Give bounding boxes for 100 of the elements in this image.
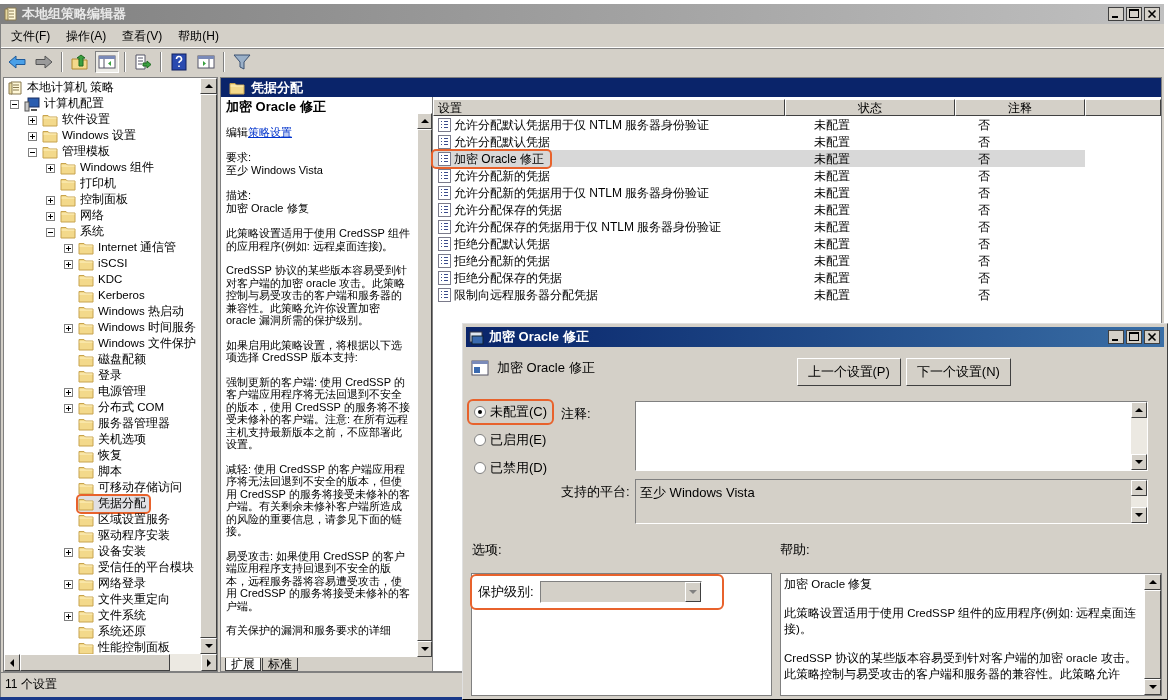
tree-item[interactable]: 脚本 <box>78 464 125 480</box>
table-row[interactable]: 允许分配保存的凭据 未配置 否 <box>433 201 1085 218</box>
expand-toggle[interactable] <box>64 611 73 621</box>
expand-toggle[interactable] <box>46 163 55 173</box>
tree-item[interactable]: 驱动程序安装 <box>78 528 173 544</box>
tree-item[interactable]: Windows 时间服务 <box>78 320 199 336</box>
policy-settings-link[interactable]: 策略设置 <box>248 125 292 138</box>
tree-item[interactable]: 性能控制面板 <box>78 640 173 654</box>
expand-toggle[interactable] <box>64 547 73 557</box>
menu-item[interactable]: 查看(V) <box>122 26 163 45</box>
minimize-button[interactable] <box>1108 7 1124 21</box>
expand-toggle[interactable] <box>64 323 73 333</box>
scrollbar[interactable] <box>417 113 432 657</box>
view-tab[interactable]: 标准 <box>262 658 298 671</box>
tree-item[interactable]: 磁盘配额 <box>78 352 149 368</box>
scrollbar[interactable] <box>1131 480 1147 523</box>
tree-item[interactable]: 计算机配置 <box>24 96 107 112</box>
expand-toggle[interactable] <box>64 579 73 589</box>
column-header[interactable]: 注释 <box>955 99 1085 116</box>
radio-option[interactable]: 已启用(E) <box>469 429 552 451</box>
nav-button[interactable]: 上一个设置(P) <box>796 358 901 386</box>
column-header[interactable]: 设置 <box>433 99 785 116</box>
table-row[interactable]: 允许分配新的凭据 未配置 否 <box>433 167 1085 184</box>
tree-item[interactable]: 打印机 <box>60 176 119 192</box>
tree-item[interactable]: 凭据分配 <box>78 496 149 512</box>
minimize-button[interactable] <box>1108 330 1124 344</box>
expand-toggle[interactable] <box>46 211 55 221</box>
nav-button[interactable]: 下一个设置(N) <box>905 358 1011 386</box>
folder-icon <box>78 609 94 623</box>
close-button[interactable] <box>1144 330 1160 344</box>
tree-item[interactable]: 软件设置 <box>42 112 113 128</box>
close-button[interactable] <box>1144 7 1160 21</box>
scrollbar[interactable] <box>1131 402 1147 470</box>
maximize-button[interactable] <box>1126 7 1142 21</box>
tree-item[interactable]: 系统 <box>60 224 107 240</box>
table-row[interactable]: 拒绝分配保存的凭据 未配置 否 <box>433 269 1085 286</box>
toolbar-button[interactable] <box>95 50 119 73</box>
menu-item[interactable]: 文件(F) <box>11 26 51 45</box>
horizontal-scrollbar[interactable] <box>4 654 217 671</box>
state-cell-text: 未配置 <box>813 286 851 304</box>
tree-item[interactable]: 电源管理 <box>78 384 149 400</box>
radio-option[interactable]: 未配置(C) <box>469 401 553 423</box>
tree-item[interactable]: 文件夹重定向 <box>78 592 173 608</box>
expand-toggle[interactable] <box>64 259 73 269</box>
maximize-button[interactable] <box>1126 330 1142 344</box>
tree-item[interactable]: 区域设置服务 <box>78 512 173 528</box>
tree-item[interactable]: 设备安装 <box>78 544 149 560</box>
tree-item[interactable]: 控制面板 <box>60 192 131 208</box>
policy-name: 加密 Oracle 修正 <box>497 359 595 377</box>
table-row[interactable]: 加密 Oracle 修正 未配置 否 <box>433 150 1085 167</box>
column-header[interactable]: 状态 <box>785 99 955 116</box>
setting-icon <box>438 151 451 166</box>
collapse-toggle[interactable] <box>28 147 37 157</box>
table-row[interactable]: 允许分配保存的凭据用于仅 NTLM 服务器身份验证 未配置 否 <box>433 218 1085 235</box>
tree-item[interactable]: 受信任的平台模块 <box>78 560 197 576</box>
tree-item[interactable]: 本地计算机 策略 <box>8 80 118 96</box>
table-row[interactable]: 允许分配默认凭据用于仅 NTLM 服务器身份验证 未配置 否 <box>433 116 1085 133</box>
tree-item[interactable]: 服务器管理器 <box>78 416 173 432</box>
tree-item[interactable]: iSCSI <box>78 256 131 272</box>
tree-item[interactable]: Kerberos <box>78 288 148 304</box>
setting-icon <box>438 287 451 302</box>
table-row[interactable]: 拒绝分配新的凭据 未配置 否 <box>433 252 1085 269</box>
tree-item[interactable]: 恢复 <box>78 448 125 464</box>
tree-item[interactable]: 可移动存储访问 <box>78 480 185 496</box>
expand-toggle[interactable] <box>64 387 73 397</box>
folder-icon <box>78 433 94 447</box>
table-row[interactable]: 允许分配默认凭据 未配置 否 <box>433 133 1085 150</box>
tree-item[interactable]: 登录 <box>78 368 125 384</box>
tree-item[interactable]: Windows 文件保护 <box>78 336 199 352</box>
tree-item[interactable]: 分布式 COM <box>78 400 168 416</box>
comment-field[interactable] <box>635 401 1148 471</box>
tree-item[interactable]: Windows 热启动 <box>78 304 187 320</box>
expand-toggle[interactable] <box>46 195 55 205</box>
radio-option[interactable]: 已禁用(D) <box>469 457 553 479</box>
view-tab[interactable]: 扩展 <box>225 658 261 671</box>
menu-item[interactable]: 帮助(H) <box>178 26 219 45</box>
tree-item[interactable]: Windows 设置 <box>42 128 139 144</box>
scrollbar[interactable] <box>200 78 217 654</box>
tree-item[interactable]: 管理模板 <box>42 144 113 160</box>
collapse-toggle[interactable] <box>10 99 19 109</box>
table-row[interactable]: 限制向远程服务器分配凭据 未配置 否 <box>433 286 1085 303</box>
table-row[interactable]: 拒绝分配默认凭据 未配置 否 <box>433 235 1085 252</box>
tree-item[interactable]: 系统还原 <box>78 624 149 640</box>
expand-toggle[interactable] <box>28 131 37 141</box>
tree-item[interactable]: KDC <box>78 272 126 288</box>
expand-toggle[interactable] <box>64 403 73 413</box>
tree-item[interactable]: 文件系统 <box>78 608 149 624</box>
folder-icon <box>78 513 94 527</box>
tree-item[interactable]: 关机选项 <box>78 432 149 448</box>
tree-item[interactable]: Internet 通信管 <box>78 240 180 256</box>
expand-toggle[interactable] <box>64 243 73 253</box>
tree-item[interactable]: 网络 <box>60 208 107 224</box>
scrollbar[interactable] <box>1144 573 1161 695</box>
tree-item[interactable]: Windows 组件 <box>60 160 157 176</box>
menu-item[interactable]: 操作(A) <box>66 26 107 45</box>
table-row[interactable]: 允许分配新的凭据用于仅 NTLM 服务器身份验证 未配置 否 <box>433 184 1085 201</box>
comment-cell-text: 否 <box>977 286 991 304</box>
expand-toggle[interactable] <box>28 115 37 125</box>
collapse-toggle[interactable] <box>46 227 55 237</box>
tree-item[interactable]: 网络登录 <box>78 576 149 592</box>
